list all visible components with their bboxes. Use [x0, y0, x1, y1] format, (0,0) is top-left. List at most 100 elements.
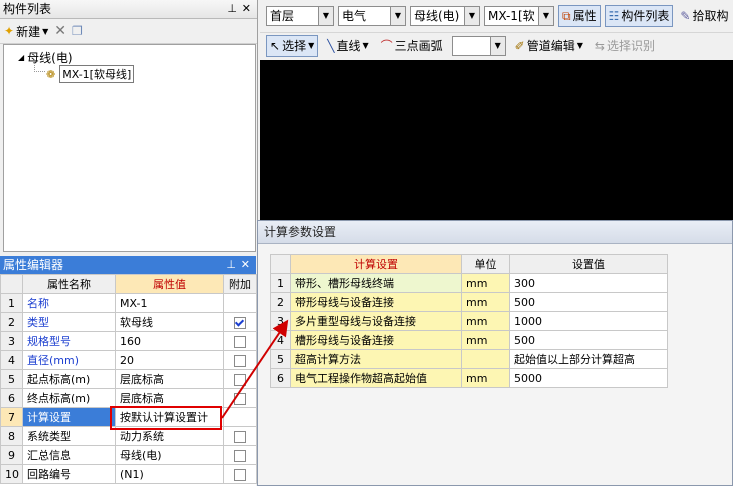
- top-toolbar-2: ↖ 选择 ▼ ╲ 直线 ▼ ⌒ 三点画弧 ▼ ✐ 管道编辑 ▼ ⇆ 选择识别: [260, 32, 733, 58]
- property-editor-titlebar: 属性编辑器 ⊥ ✕: [0, 256, 256, 274]
- close-icon[interactable]: ✕: [242, 0, 251, 18]
- property-row[interactable]: 3 规格型号 160: [0, 331, 257, 351]
- component-select[interactable]: MX-1[软 ▼: [484, 6, 554, 26]
- calc-setting-row[interactable]: 1 带形、槽形母线终端 mm 300: [270, 273, 668, 293]
- calc-setting-value[interactable]: 1000: [509, 311, 668, 331]
- pin-icon[interactable]: ⊥: [227, 0, 237, 18]
- arc-mode-select[interactable]: ▼: [451, 35, 506, 56]
- property-row[interactable]: 5 起点标高(m) 层底标高: [0, 369, 257, 389]
- component-tree: ◢ 母线(电) ❁ MX-1[软母线]: [3, 44, 256, 252]
- property-row[interactable]: 7 计算设置 按默认计算设置计: [0, 407, 257, 427]
- extra-cell: [223, 312, 257, 332]
- tree-child[interactable]: ❁ MX-1[软母线]: [46, 65, 135, 83]
- select-label: 选择: [282, 38, 307, 53]
- checkbox[interactable]: [234, 335, 246, 348]
- row-number: 5: [270, 349, 291, 369]
- checkbox[interactable]: [234, 449, 246, 462]
- chevron-down-icon: ▼: [42, 26, 49, 36]
- property-row[interactable]: 2 类型 软母线: [0, 312, 257, 332]
- calc-setting-value[interactable]: 500: [509, 330, 668, 350]
- chevron-down-icon: ▼: [390, 7, 405, 25]
- property-value[interactable]: 动力系统: [115, 426, 224, 446]
- row-number: 1: [270, 273, 291, 293]
- checkbox[interactable]: [234, 354, 246, 367]
- component-list-panel: 构件列表 ⊥ ✕ ✦ 新建 ▼ ✕ ❐ ◢ 母线(电) ❁ MX-1[软母线]: [0, 0, 258, 252]
- property-value[interactable]: 层底标高: [115, 388, 224, 408]
- checkbox[interactable]: [234, 392, 246, 405]
- new-button[interactable]: ✦ 新建 ▼: [4, 21, 48, 41]
- type-select[interactable]: 母线(电) ▼: [410, 6, 480, 26]
- calc-setting-row[interactable]: 6 电气工程操作物超高起始值 mm 5000: [270, 368, 668, 388]
- calc-setting-value[interactable]: 起始值以上部分计算超高: [509, 349, 668, 369]
- properties-label: 属性: [572, 9, 597, 23]
- pin-icon[interactable]: ⊥: [226, 256, 236, 274]
- property-value[interactable]: MX-1: [115, 293, 224, 313]
- line-label: 直线: [336, 38, 361, 53]
- header-value: 属性值: [115, 274, 224, 294]
- specialty-select[interactable]: 电气 ▼: [338, 6, 406, 26]
- property-value[interactable]: 层底标高: [115, 369, 224, 389]
- property-row[interactable]: 6 终点标高(m) 层底标高: [0, 388, 257, 408]
- row-number: 10: [0, 464, 23, 484]
- property-row[interactable]: 1 名称 MX-1: [0, 293, 257, 313]
- pipe-edit-button[interactable]: ✐ 管道编辑 ▼: [512, 36, 586, 56]
- pick-button[interactable]: ✎ 拾取构: [677, 6, 731, 26]
- tree-root[interactable]: ◢ 母线(电): [18, 49, 73, 66]
- checkbox[interactable]: [234, 373, 246, 386]
- drawing-canvas[interactable]: [260, 60, 733, 220]
- property-name: 汇总信息: [22, 445, 116, 465]
- checkbox[interactable]: [234, 468, 246, 481]
- calc-settings-dialog: 计算参数设置 计算设置 单位 设置值 1 带形、槽形母线终端 mm 300 2 带形母线与…: [257, 220, 733, 486]
- arc-icon: ⌒: [380, 38, 393, 53]
- line-button[interactable]: ╲ 直线 ▼: [324, 36, 371, 56]
- calc-setting-value[interactable]: 500: [509, 292, 668, 312]
- component-icon: ❁: [46, 67, 56, 81]
- arc-button[interactable]: ⌒ 三点画弧: [378, 36, 446, 56]
- calc-setting-row[interactable]: 5 超高计算方法 起始值以上部分计算超高: [270, 349, 668, 369]
- properties-button[interactable]: ⧉ 属性: [558, 5, 601, 27]
- top-toolbar-1: 首层 ▼ 电气 ▼ 母线(电) ▼ MX-1[软 ▼ ⧉ 属性 ☷ 构件列表 ✎ 拾取构: [260, 4, 733, 28]
- checkbox[interactable]: [234, 430, 246, 443]
- calc-setting-value[interactable]: 300: [509, 273, 668, 293]
- property-name: 终点标高(m): [22, 388, 116, 408]
- property-row[interactable]: 8 系统类型 动力系统: [0, 426, 257, 446]
- specialty-value: 电气: [342, 9, 367, 23]
- property-value[interactable]: 母线(电): [115, 445, 224, 465]
- property-row[interactable]: 9 汇总信息 母线(电): [0, 445, 257, 465]
- floor-select[interactable]: 首层 ▼: [266, 6, 334, 26]
- header-name: 属性名称: [22, 274, 116, 294]
- calc-setting-value[interactable]: 5000: [509, 368, 668, 388]
- properties-icon: ⧉: [562, 9, 571, 23]
- identify-icon: ⇆: [594, 38, 605, 53]
- checkbox-checked[interactable]: [234, 316, 246, 329]
- property-row[interactable]: 10 回路编号 (N1): [0, 464, 257, 484]
- close-icon[interactable]: ✕: [241, 256, 250, 274]
- select-identify-button[interactable]: ⇆ 选择识别: [592, 36, 658, 56]
- property-name: 规格型号: [22, 331, 116, 351]
- calc-setting-row[interactable]: 3 多片重型母线与设备连接 mm 1000: [270, 311, 668, 331]
- component-list-button[interactable]: ☷ 构件列表: [604, 5, 674, 27]
- property-value[interactable]: 160: [115, 331, 224, 351]
- property-name: 直径(mm): [22, 350, 116, 370]
- select-button[interactable]: ↖ 选择 ▼: [266, 34, 319, 57]
- extra-cell: [223, 388, 257, 408]
- row-number: 6: [270, 368, 291, 388]
- arc-label: 三点画弧: [394, 38, 443, 53]
- property-value[interactable]: 软母线: [115, 312, 224, 332]
- expand-icon[interactable]: ◢: [18, 53, 24, 62]
- copy-icon[interactable]: ❐: [72, 24, 83, 38]
- header-extra: 附加: [223, 274, 257, 294]
- corner-cell: [0, 274, 23, 294]
- property-value[interactable]: 20: [115, 350, 224, 370]
- calc-setting-row[interactable]: 4 槽形母线与设备连接 mm 500: [270, 330, 668, 350]
- row-number: 3: [270, 311, 291, 331]
- select-identify-label: 选择识别: [606, 38, 655, 53]
- property-editor-panel: 属性编辑器 ⊥ ✕ 属性名称 属性值 附加 1 名称 MX-1 2 类型 软母线 3 规格型号…: [0, 256, 257, 486]
- property-value[interactable]: 按默认计算设置计: [115, 407, 224, 427]
- component-list-label: 构件列表: [621, 9, 670, 23]
- property-value[interactable]: (N1): [115, 464, 224, 484]
- property-row[interactable]: 4 直径(mm) 20: [0, 350, 257, 370]
- calc-setting-name: 带形母线与设备连接: [290, 292, 462, 312]
- calc-setting-row[interactable]: 2 带形母线与设备连接 mm 500: [270, 292, 668, 312]
- delete-icon[interactable]: ✕: [54, 23, 66, 39]
